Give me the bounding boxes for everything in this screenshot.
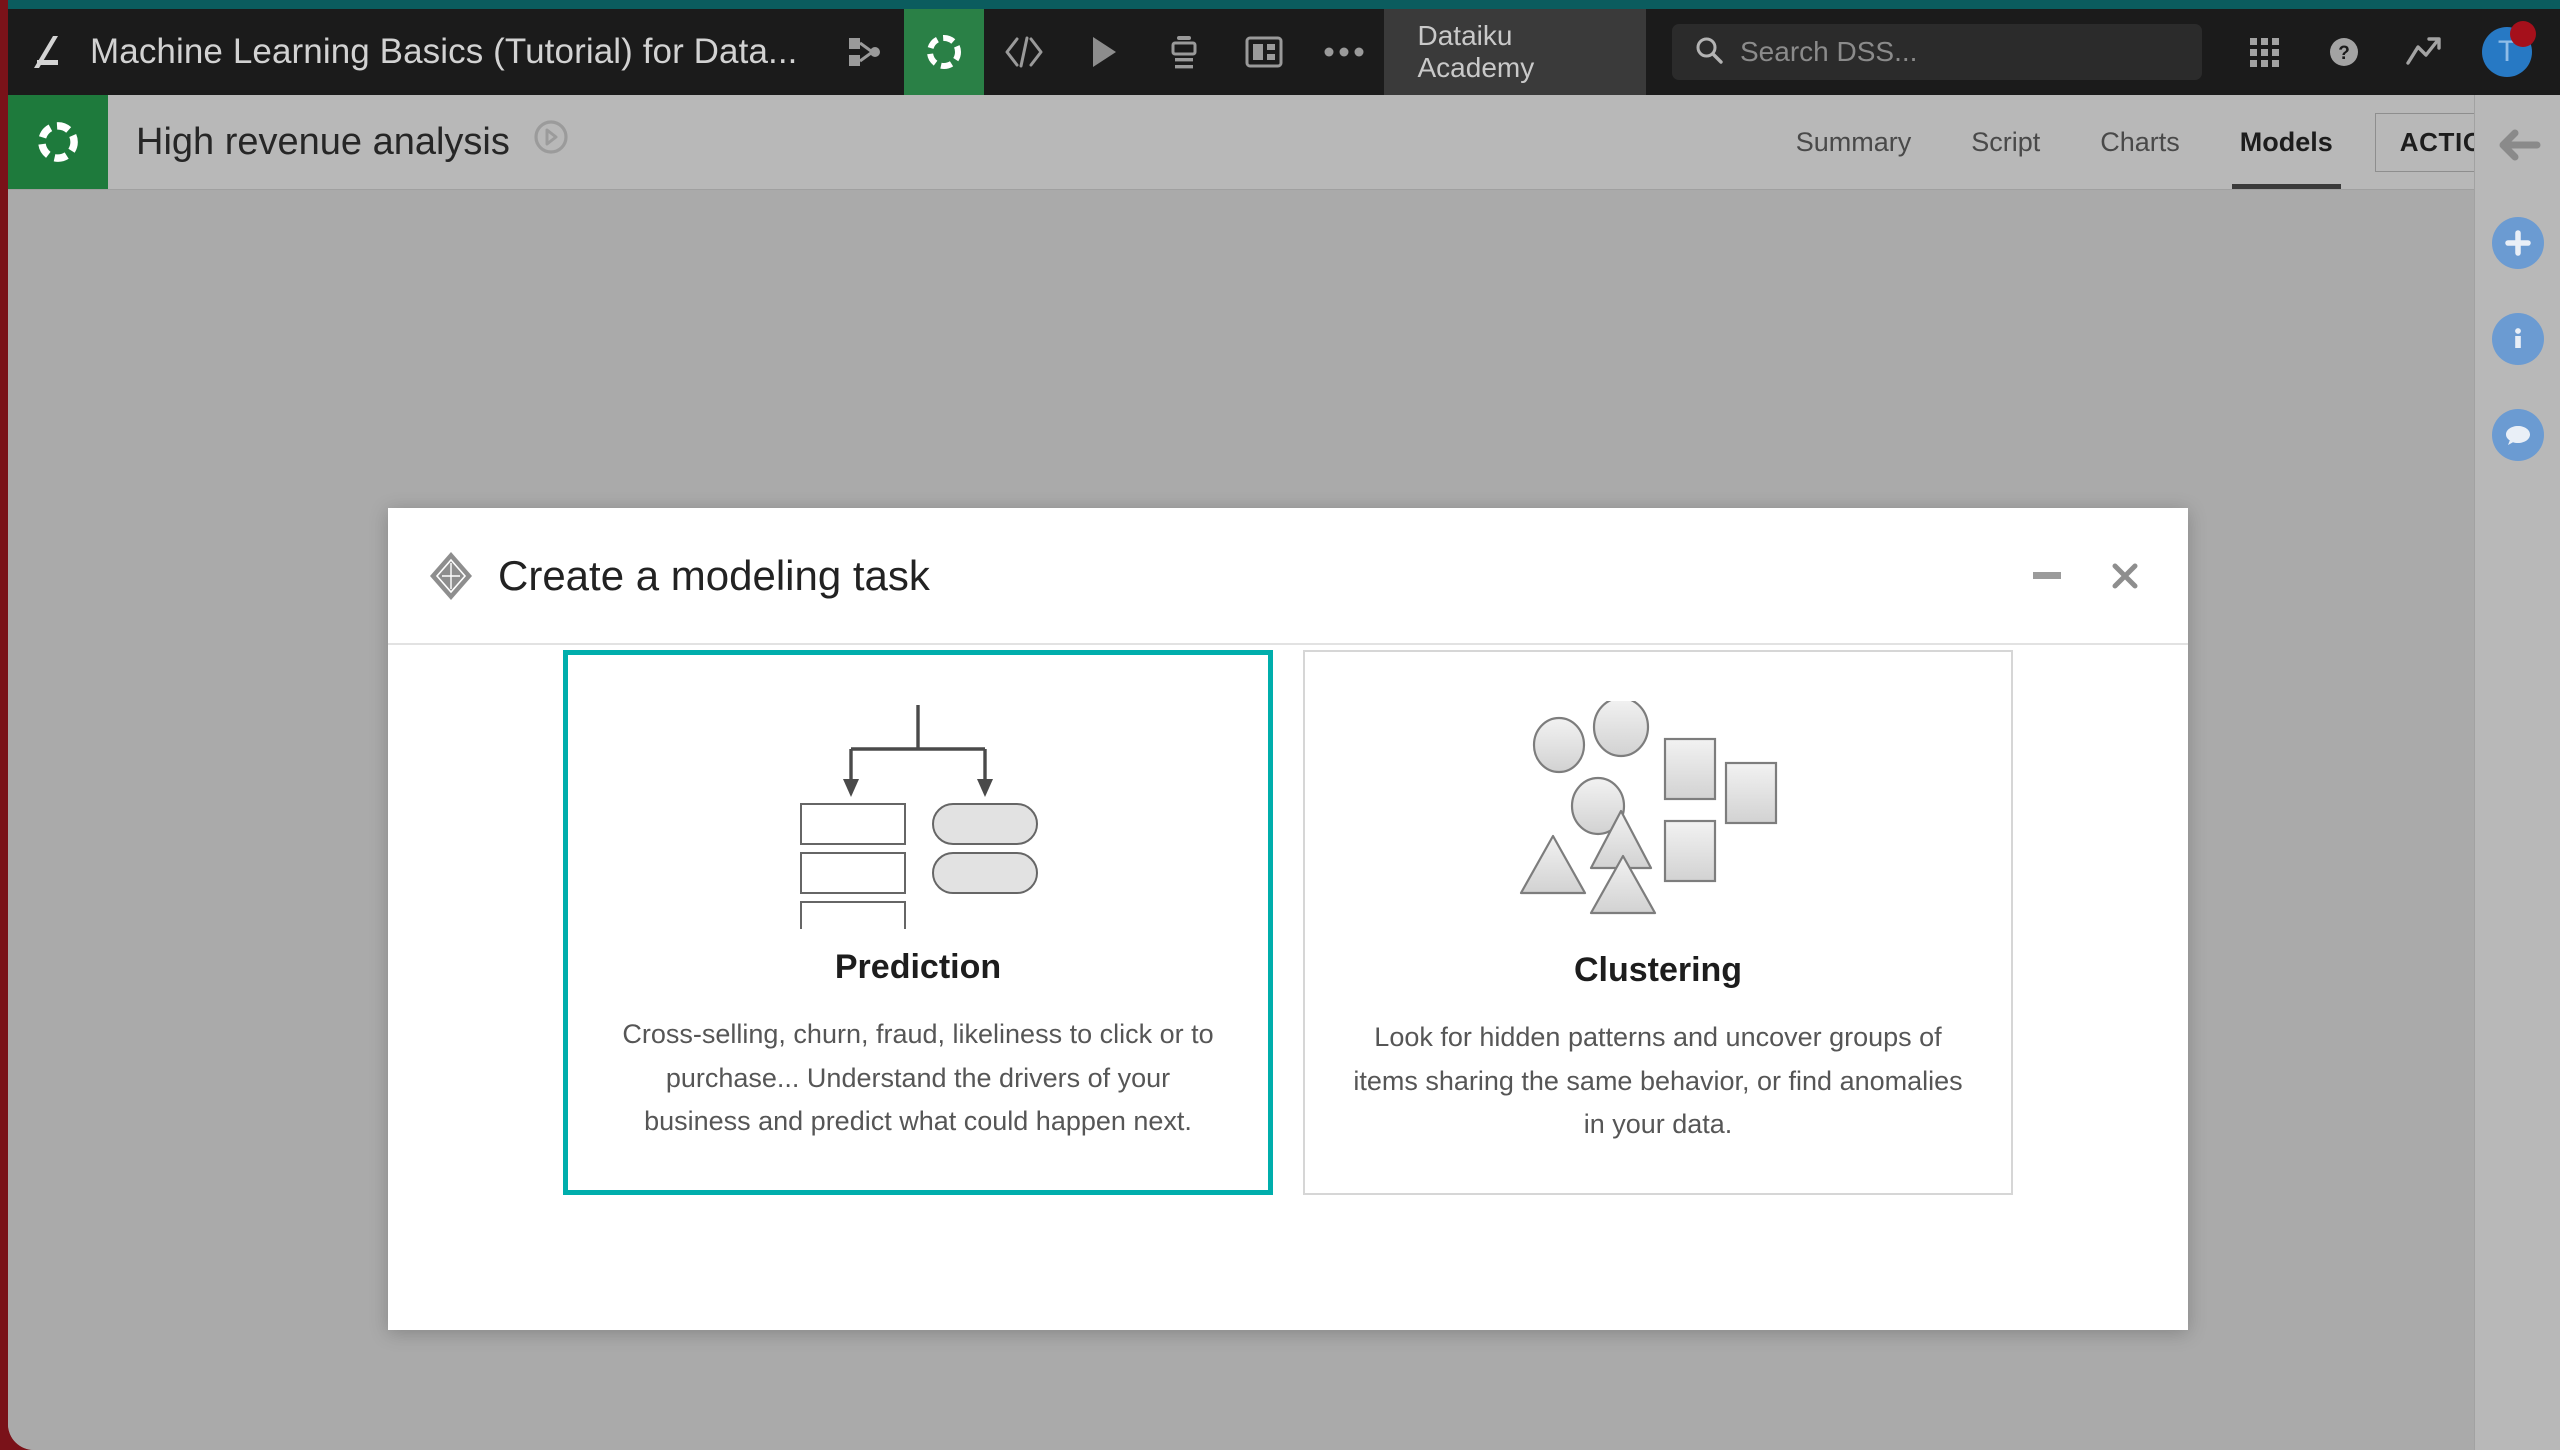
navbar-module-icons [824,9,1384,95]
top-navbar: Machine Learning Basics (Tutorial) for D… [8,9,2560,95]
task-card-prediction[interactable]: Prediction Cross-selling, churn, fraud, … [563,650,1273,1195]
trend-up-icon[interactable] [2384,9,2464,95]
tab-label: Summary [1795,126,1912,157]
comments-chat-icon[interactable] [2491,409,2544,461]
analysis-tabs: Summary Script Charts Models ACTIONS [1766,95,2560,189]
dataiku-logo-icon[interactable] [8,9,90,95]
tab-label: Script [1971,126,2041,157]
modal-window-controls [2030,559,2142,593]
project-logo-icon[interactable] [8,95,108,189]
minimize-button[interactable] [2030,559,2064,593]
clusters-shapes-icon [1513,698,1803,933]
lab-icon[interactable] [903,9,984,95]
close-icon [2112,563,2138,588]
modeling-task-diamond-icon [428,550,476,602]
navbar-project-title[interactable]: Machine Learning Basics (Tutorial) for D… [90,9,824,95]
close-button[interactable] [2108,559,2142,593]
search-placeholder: Search DSS... [1740,36,1918,67]
search-input[interactable]: Search DSS... [1672,24,2202,80]
search-icon [1694,35,1724,70]
tab-charts[interactable]: Charts [2070,95,2210,189]
more-ellipsis-icon[interactable] [1304,9,1384,95]
analysis-subheader: High revenue analysis Summary Script Cha… [8,95,2560,190]
task-card-clustering[interactable]: Clustering Look for hidden patterns and … [1303,650,2013,1195]
page-body: Create a modeling task Prediction Cross-… [8,190,2474,1450]
create-modeling-task-modal: Create a modeling task Prediction Cross-… [388,508,2188,1330]
modal-header: Create a modeling task [388,508,2188,645]
right-sidebar [2474,95,2560,1450]
modal-title: Create a modeling task [498,551,930,599]
card-description: Cross-selling, churn, fraud, likeliness … [622,1018,1214,1137]
help-question-icon[interactable]: ? [2304,9,2384,95]
tab-script[interactable]: Script [1941,95,2070,189]
decision-tree-icon [773,701,1063,930]
card-description: Look for hidden patterns and uncover gro… [1353,1021,1963,1140]
page-title-group: High revenue analysis [108,95,570,189]
tab-label: Models [2239,126,2333,157]
workspace-name[interactable]: Dataiku Academy [1383,9,1646,95]
page-title: High revenue analysis [136,120,510,163]
tab-models[interactable]: Models [2210,95,2363,189]
jobs-play-icon[interactable] [1064,9,1144,95]
collapse-panel-arrow-icon[interactable] [2490,117,2546,173]
info-icon[interactable] [2491,313,2544,365]
recipes-icon[interactable] [1144,9,1224,95]
navbar-right-cluster: Search DSS... ? T [1646,9,2560,95]
code-icon[interactable] [984,9,1064,95]
svg-text:?: ? [2338,43,2350,64]
card-title: Prediction [834,947,1002,986]
tab-summary[interactable]: Summary [1766,95,1942,189]
analysis-compass-icon[interactable] [532,118,570,166]
notification-badge-icon [2510,21,2536,47]
modal-body: Prediction Cross-selling, churn, fraud, … [388,650,2188,1195]
avatar[interactable]: T [2464,9,2550,95]
top-accent-strip [8,0,2560,9]
add-plus-icon[interactable] [2491,217,2544,269]
dashboards-icon[interactable] [1224,9,1304,95]
app-window: Machine Learning Basics (Tutorial) for D… [8,0,2560,1450]
card-title: Clustering [1573,950,1743,989]
minimize-icon [2033,572,2061,579]
tab-label: Charts [2100,126,2180,157]
flow-icon[interactable] [824,9,904,95]
apps-grid-icon[interactable] [2224,9,2304,95]
